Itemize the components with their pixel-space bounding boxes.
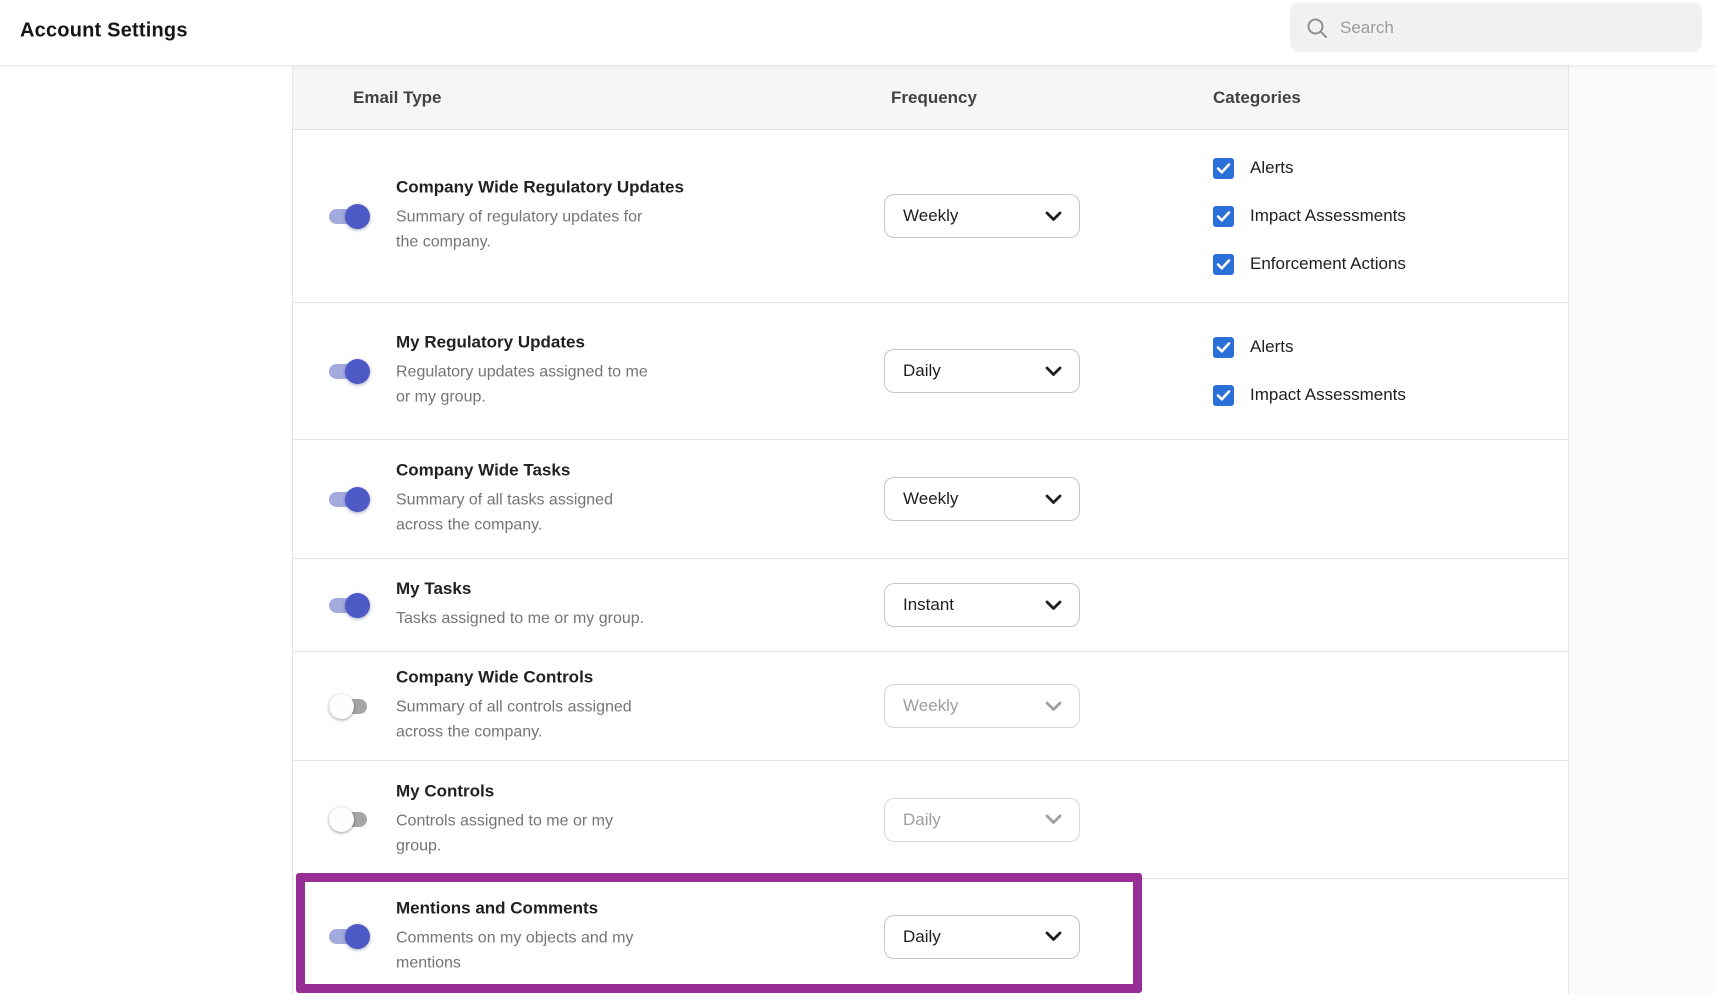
category-item: Alerts	[1213, 333, 1406, 361]
frequency-dropdown: Daily	[884, 798, 1080, 842]
email-type-description: Tasks assigned to me or my group.	[396, 606, 658, 631]
toggle-thumb-icon	[345, 204, 370, 229]
content-right-background	[1568, 66, 1716, 994]
email-type-description: Controls assigned to me or my group.	[396, 808, 658, 858]
category-checkbox-checked-icon[interactable]	[1213, 337, 1234, 358]
email-type-cell: Company Wide Tasks Summary of all tasks …	[396, 461, 696, 538]
chevron-down-icon	[1045, 931, 1062, 942]
email-type-title: Company Wide Tasks	[396, 461, 696, 481]
email-toggle[interactable]	[329, 203, 370, 229]
toggle-thumb-icon	[345, 487, 370, 512]
column-header-frequency: Frequency	[891, 88, 977, 108]
frequency-selected-value: Daily	[903, 927, 941, 947]
email-type-title: My Controls	[396, 781, 696, 801]
table-row: Company Wide Tasks Summary of all tasks …	[293, 440, 1568, 559]
table-row: Mentions and Comments Comments on my obj…	[293, 879, 1568, 994]
chevron-down-icon	[1045, 211, 1062, 222]
table-row: My Controls Controls assigned to me or m…	[293, 761, 1568, 879]
category-label: Impact Assessments	[1250, 385, 1406, 405]
toggle-thumb-icon	[329, 694, 354, 719]
email-type-title: Company Wide Regulatory Updates	[396, 178, 696, 198]
table-row: Company Wide Regulatory Updates Summary …	[293, 130, 1568, 303]
frequency-dropdown: Weekly	[884, 684, 1080, 728]
email-type-description: Summary of regulatory updates for the co…	[396, 205, 658, 255]
category-label: Enforcement Actions	[1250, 254, 1406, 274]
table-row: My Tasks Tasks assigned to me or my grou…	[293, 559, 1568, 652]
category-checkbox-checked-icon[interactable]	[1213, 385, 1234, 406]
email-toggle[interactable]	[329, 358, 370, 384]
email-type-cell: Company Wide Controls Summary of all con…	[396, 668, 696, 745]
frequency-selected-value: Weekly	[903, 206, 958, 226]
column-header-email-type: Email Type	[353, 88, 442, 108]
email-settings-table: Email Type Frequency Categories Company …	[292, 66, 1568, 994]
email-settings-rows: Company Wide Regulatory Updates Summary …	[293, 130, 1568, 994]
category-label: Alerts	[1250, 337, 1293, 357]
category-item: Enforcement Actions	[1213, 250, 1406, 278]
email-type-title: My Tasks	[396, 579, 696, 599]
category-item: Impact Assessments	[1213, 381, 1406, 409]
table-row: My Regulatory Updates Regulatory updates…	[293, 303, 1568, 440]
search-input[interactable]	[1340, 18, 1686, 38]
toggle-thumb-icon	[345, 359, 370, 384]
chevron-down-icon	[1045, 701, 1062, 712]
chevron-down-icon	[1045, 494, 1062, 505]
categories-list: Alerts Impact Assessments Enforcement Ac…	[1213, 154, 1406, 278]
chevron-down-icon	[1045, 814, 1062, 825]
toggle-thumb-icon	[345, 593, 370, 618]
email-type-title: My Regulatory Updates	[396, 333, 696, 353]
frequency-dropdown[interactable]: Weekly	[884, 194, 1080, 238]
toggle-thumb-icon	[345, 924, 370, 949]
email-type-description: Summary of all tasks assigned across the…	[396, 488, 658, 538]
email-toggle[interactable]	[329, 592, 370, 618]
frequency-dropdown[interactable]: Daily	[884, 915, 1080, 959]
email-type-cell: My Controls Controls assigned to me or m…	[396, 781, 696, 858]
column-header-categories: Categories	[1213, 88, 1301, 108]
email-type-cell: My Regulatory Updates Regulatory updates…	[396, 333, 696, 410]
category-label: Alerts	[1250, 158, 1293, 178]
email-type-cell: My Tasks Tasks assigned to me or my grou…	[396, 579, 696, 631]
page-title: Account Settings	[20, 19, 188, 42]
email-type-title: Mentions and Comments	[396, 898, 696, 918]
toggle-thumb-icon	[329, 807, 354, 832]
table-row: Company Wide Controls Summary of all con…	[293, 652, 1568, 761]
categories-list: Alerts Impact Assessments	[1213, 333, 1406, 409]
search-icon	[1306, 17, 1328, 39]
email-toggle[interactable]	[329, 486, 370, 512]
chevron-down-icon	[1045, 600, 1062, 611]
category-item: Alerts	[1213, 154, 1406, 182]
frequency-dropdown[interactable]: Instant	[884, 583, 1080, 627]
email-type-cell: Company Wide Regulatory Updates Summary …	[396, 178, 696, 255]
category-checkbox-checked-icon[interactable]	[1213, 254, 1234, 275]
chevron-down-icon	[1045, 366, 1062, 377]
email-toggle[interactable]	[329, 807, 370, 833]
frequency-dropdown[interactable]: Weekly	[884, 477, 1080, 521]
email-type-cell: Mentions and Comments Comments on my obj…	[396, 898, 696, 975]
frequency-selected-value: Daily	[903, 361, 941, 381]
email-type-description: Regulatory updates assigned to me or my …	[396, 360, 658, 410]
frequency-selected-value: Weekly	[903, 489, 958, 509]
email-type-description: Summary of all controls assigned across …	[396, 695, 658, 745]
email-toggle[interactable]	[329, 924, 370, 950]
email-type-description: Comments on my objects and my mentions	[396, 925, 658, 975]
category-label: Impact Assessments	[1250, 206, 1406, 226]
category-item: Impact Assessments	[1213, 202, 1406, 230]
search-box[interactable]	[1290, 3, 1702, 52]
frequency-selected-value: Weekly	[903, 696, 958, 716]
app-bar: Account Settings	[0, 0, 1716, 66]
category-checkbox-checked-icon[interactable]	[1213, 158, 1234, 179]
email-toggle[interactable]	[329, 693, 370, 719]
frequency-dropdown[interactable]: Daily	[884, 349, 1080, 393]
frequency-selected-value: Instant	[903, 595, 954, 615]
table-header-row: Email Type Frequency Categories	[293, 66, 1568, 130]
category-checkbox-checked-icon[interactable]	[1213, 206, 1234, 227]
frequency-selected-value: Daily	[903, 810, 941, 830]
email-type-title: Company Wide Controls	[396, 668, 696, 688]
